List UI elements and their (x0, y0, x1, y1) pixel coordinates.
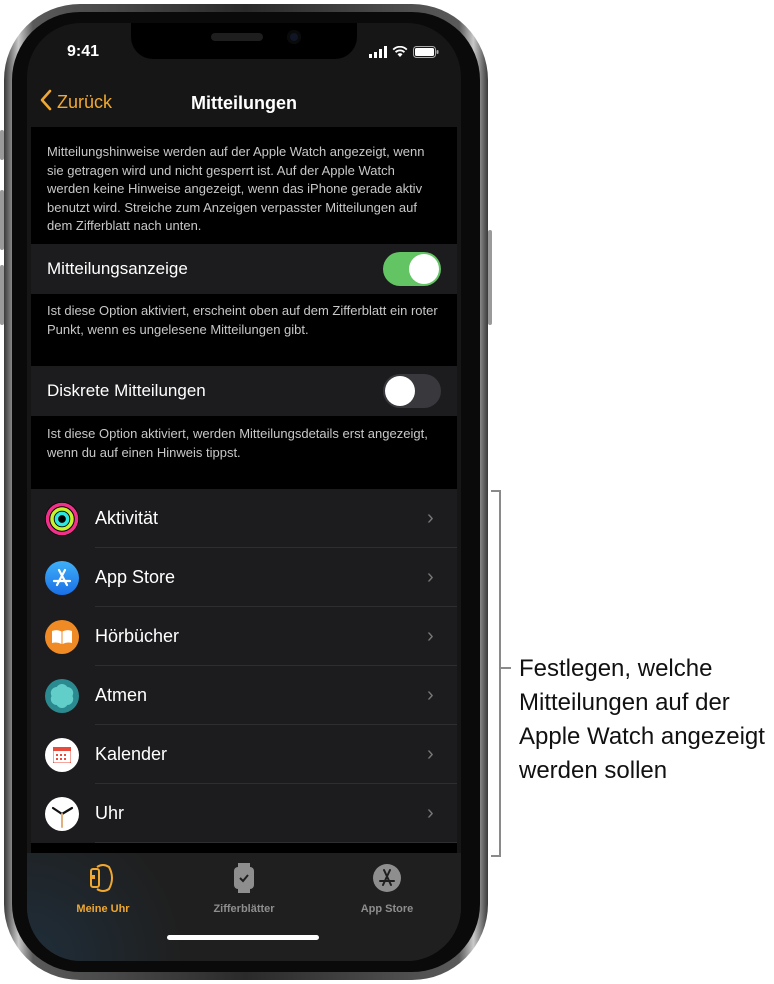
battery-icon (413, 45, 439, 63)
intro-description: Mitteilungshinweise werden auf der Apple… (47, 144, 425, 233)
list-item-activity[interactable]: Aktivität › (31, 489, 457, 548)
speaker (211, 33, 263, 41)
front-camera (287, 30, 301, 44)
list-item-calendar[interactable]: Kalender › (31, 725, 457, 784)
toggle-knob (409, 254, 439, 284)
side-button (488, 230, 492, 325)
my-watch-icon (87, 864, 119, 899)
watch-face-icon (228, 863, 260, 899)
page-title: Mitteilungen (191, 93, 297, 113)
chevron-right-icon: › (427, 566, 434, 588)
setting-row-notification-indicator: Mitteilungsanzeige (31, 244, 457, 294)
volume-down-button (0, 265, 4, 325)
app-notification-list: Aktivität › App Store › Hörbücher › Atme… (31, 489, 457, 843)
app-name: Uhr (95, 803, 125, 823)
navigation-bar: Zurück Mitteilungen (27, 83, 461, 127)
tab-watch-faces[interactable]: Zifferblätter (184, 861, 304, 915)
volume-up-button (0, 190, 4, 250)
list-item-breathe[interactable]: Atmen › (31, 666, 457, 725)
app-name: Hörbücher (95, 626, 180, 646)
wifi-icon (392, 45, 408, 63)
chevron-right-icon: › (427, 802, 434, 824)
toggle-knob (385, 376, 415, 406)
notification-privacy-toggle[interactable] (383, 374, 441, 408)
setting-label: Mitteilungsanzeige (47, 259, 188, 278)
home-indicator[interactable] (167, 935, 319, 940)
tab-my-watch[interactable]: Meine Uhr (43, 861, 163, 915)
notification-indicator-toggle[interactable] (383, 252, 441, 286)
audiobooks-icon (45, 619, 79, 654)
status-time: 9:41 (67, 43, 100, 60)
clock-icon (45, 796, 79, 831)
list-item-audiobooks[interactable]: Hörbücher › (31, 607, 457, 666)
screen: 9:41 Zurück Mitteilungen Mitteilungshinw… (27, 23, 461, 961)
breathe-icon (45, 678, 79, 713)
setting-footer: Ist diese Option aktiviert, erscheint ob… (47, 303, 438, 337)
tab-label: App Store (360, 903, 414, 915)
chevron-right-icon: › (427, 625, 434, 647)
settings-content: Mitteilungshinweise werden auf der Apple… (31, 127, 457, 853)
list-item-app-store[interactable]: App Store › (31, 548, 457, 607)
calendar-icon (45, 737, 79, 772)
app-store-tab-icon (371, 864, 403, 899)
divider (95, 842, 457, 843)
chevron-right-icon: › (427, 743, 434, 765)
list-item-clock[interactable]: Uhr › (31, 784, 457, 843)
setting-row-notification-privacy: Diskrete Mitteilungen (31, 366, 457, 416)
setting-footer: Ist diese Option aktiviert, werden Mitte… (47, 426, 428, 460)
app-name: Kalender (95, 744, 168, 764)
setting-label: Diskrete Mitteilungen (47, 381, 206, 400)
callout-leader (501, 667, 511, 669)
tab-bar: Meine Uhr Zifferblätter App Store (27, 853, 461, 961)
callout-text: Festlegen, welche Mitteilungen auf der A… (519, 655, 765, 784)
app-name: Atmen (95, 685, 148, 705)
app-name: App Store (95, 567, 176, 587)
tab-label: Zifferblätter (213, 903, 275, 915)
tab-app-store[interactable]: App Store (327, 861, 447, 915)
app-name: Aktivität (95, 508, 159, 528)
activity-rings-icon (45, 501, 79, 536)
tab-label: Meine Uhr (76, 903, 130, 915)
callout-bracket (491, 490, 501, 857)
app-store-icon (45, 560, 79, 595)
cellular-signal-icon (369, 45, 387, 63)
notch (131, 23, 357, 59)
chevron-right-icon: › (427, 684, 434, 706)
chevron-right-icon: › (427, 507, 434, 529)
silent-switch (0, 130, 4, 160)
